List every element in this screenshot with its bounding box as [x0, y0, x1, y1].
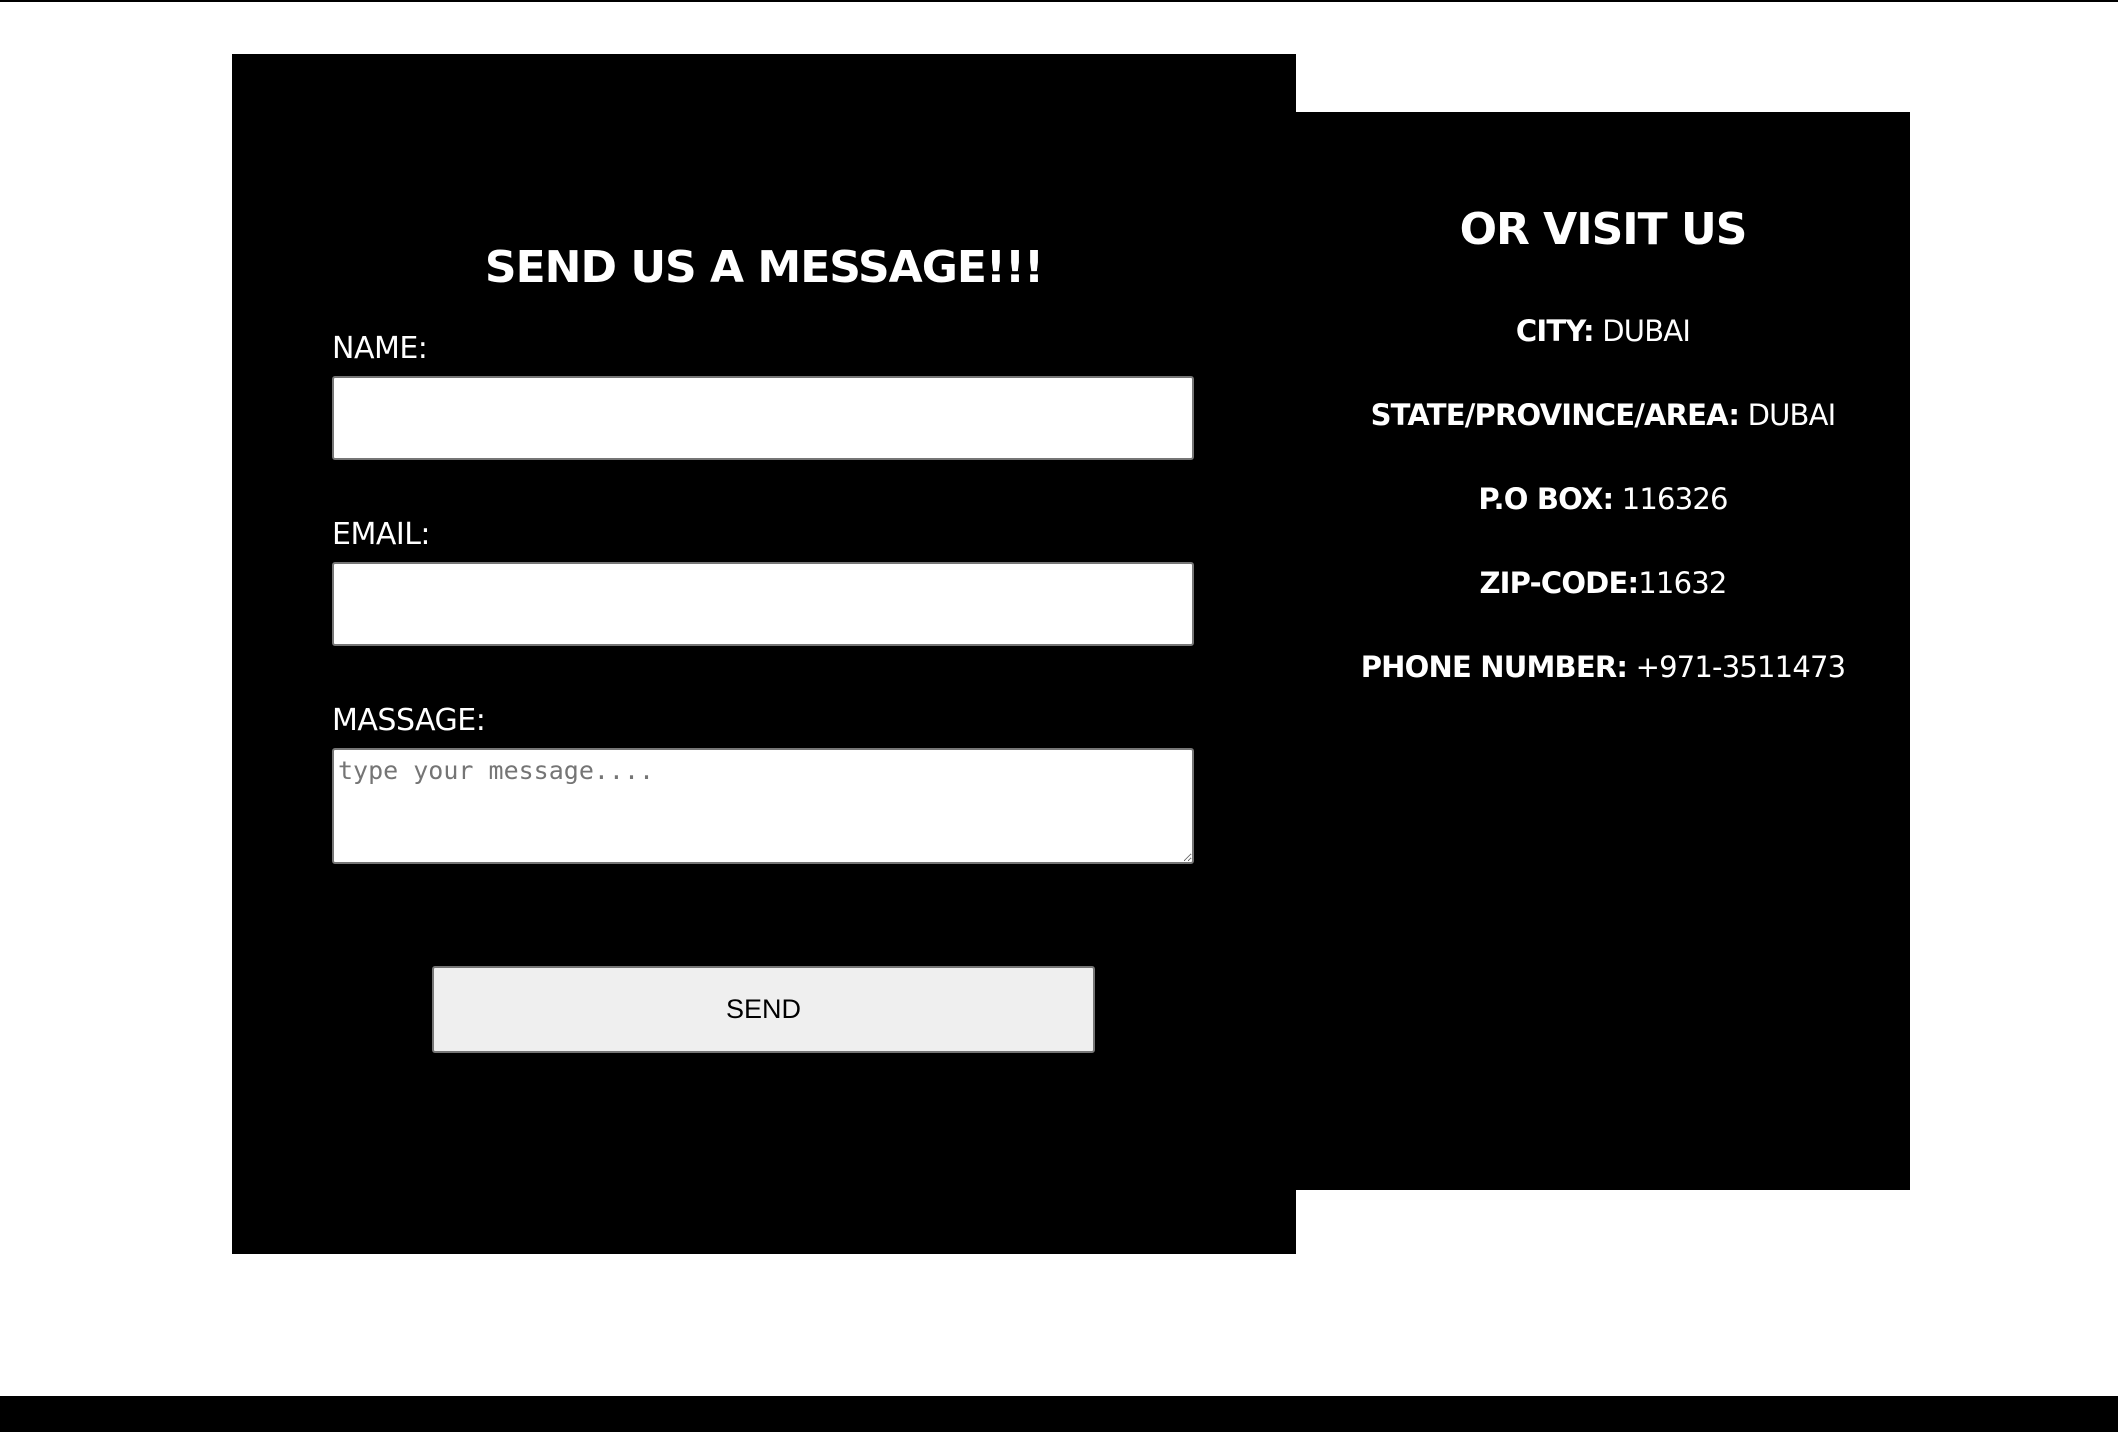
state-info: STATE/PROVINCE/AREA: DUBAI [1296, 396, 1910, 434]
email-input[interactable] [332, 562, 1194, 646]
name-label: NAME: [332, 331, 428, 366]
form-title: SEND US A MESSAGE!!! [484, 242, 1044, 293]
state-value: DUBAI [1739, 398, 1837, 432]
visit-us-panel: OR VISIT US CITY: DUBAI STATE/PROVINCE/A… [1296, 112, 1910, 1190]
po-box-key: P.O BOX: [1478, 482, 1614, 516]
city-value: DUBAI [1593, 314, 1691, 348]
footer-bar [0, 1396, 2118, 1432]
email-label: EMAIL: [332, 517, 431, 552]
po-box-info: P.O BOX: 116326 [1296, 480, 1910, 518]
visit-title: OR VISIT US [1459, 204, 1748, 255]
name-input[interactable] [332, 376, 1194, 460]
po-box-value: 116326 [1613, 482, 1729, 516]
zip-code-value: 11632 [1638, 566, 1727, 600]
city-key: CITY: [1515, 314, 1595, 348]
send-button[interactable]: SEND [432, 966, 1095, 1053]
top-border-line [0, 0, 2118, 2]
message-label: MASSAGE: [332, 703, 486, 738]
zip-code-key: ZIP-CODE: [1479, 566, 1639, 600]
zip-code-info: ZIP-CODE:11632 [1296, 564, 1910, 602]
phone-value: +971-3511473 [1627, 650, 1846, 684]
phone-key: PHONE NUMBER: [1360, 650, 1628, 684]
city-info: CITY: DUBAI [1296, 312, 1910, 350]
phone-info: PHONE NUMBER: +971-3511473 [1296, 648, 1910, 686]
message-textarea[interactable] [332, 748, 1194, 864]
state-key: STATE/PROVINCE/AREA: [1370, 398, 1740, 432]
contact-form-panel: SEND US A MESSAGE!!! NAME: EMAIL: MASSAG… [232, 54, 1296, 1254]
